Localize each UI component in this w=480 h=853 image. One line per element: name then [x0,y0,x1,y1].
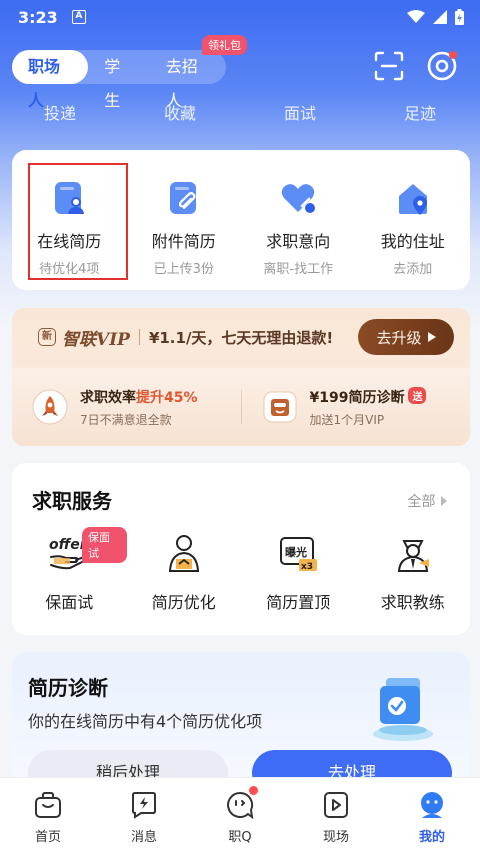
message-lightning-icon [132,792,156,819]
svg-text:x3: x3 [301,562,313,572]
vip-slogan: ¥1.1/天，七天无理由退款! [148,328,334,347]
tab-home[interactable]: 首页 [0,778,96,853]
vip-brand: 智联VIP [62,329,130,350]
wifi-icon [407,10,425,23]
scan-icon[interactable] [373,50,405,82]
service-label-coach: 求职教练 [380,593,445,612]
resume-sub-intention: 离职-找工作 [263,262,334,277]
signal-icon [433,10,447,24]
folder-check-illustration [373,678,433,741]
role-tab-student[interactable]: 学生 [88,50,150,110]
vip-benefit-title-diagnosis: ¥199简历诊断 [309,389,405,406]
resume-item-address[interactable]: 我的住址 去添加 [356,178,471,290]
services-all-link[interactable]: 全部 [408,491,448,511]
role-switch: 职场人 学生 去招人 [12,50,226,110]
service-guaranteed-interview[interactable]: offer 保面试 保面试 [12,527,127,613]
resume-title-address: 我的住址 [380,232,445,251]
service-label-interview: 保面试 [45,593,94,612]
services-all-label: 全部 [407,494,436,510]
role-tab-professional[interactable]: 职场人 [12,50,89,110]
chevron-right-icon [441,496,447,506]
status-time: 3:23 [18,7,58,27]
tab-label-mine: 我的 [418,830,445,845]
quick-link-applied[interactable]: 投递 [0,100,120,128]
resume-item-intention[interactable]: 求职意向 离职-找工作 [241,178,356,290]
service-label-top: 简历置顶 [266,593,331,612]
diagnosis-title: 简历诊断 [28,676,108,700]
services-row: offer 保面试 保面试 简历优化 曝光 x3 简历置顶 求职教练 [12,527,471,613]
rocket-icon [32,389,68,425]
resume-title-intention: 求职意向 [266,232,331,251]
tab-live[interactable]: 现场 [288,778,384,853]
tab-label-home: 首页 [34,830,61,845]
tab-label-messages: 消息 [130,830,157,845]
bottom-tab-bar: 首页 消息 职Q 现场 我的 [0,777,480,853]
diagnosis-description: 你的在线简历中有4个简历优化项 [28,712,263,731]
vip-new-tag: 新 [38,328,56,346]
svg-text:曝光: 曝光 [285,545,307,559]
zhiq-notification-dot [249,786,258,795]
resume-card: 在线简历 待优化4项 附件简历 已上传3份 求职意向 离职-找工作 我的住址 去… [12,150,470,290]
vip-card: 新 智联VIP ¥1.1/天，七天无理由退款! 去升级 求职效率提升45% 7日… [12,308,470,446]
vip-benefit-highlight: 提升45% [136,389,198,406]
vip-separator [138,329,140,345]
settings-notification-dot [449,51,457,59]
vip-benefit-sub-efficiency: 7日不满意退全款 [80,412,172,427]
services-title: 求职服务 [32,489,112,513]
service-resume-optimize[interactable]: 简历优化 [127,533,242,613]
tab-label-live: 现场 [322,830,349,845]
job-services-card: 求职服务 全部 offer 保面试 保面试 简历优化 曝光 x3 简历置顶 求职… [12,463,470,635]
battery-icon [455,9,464,25]
status-app-icon: A [71,10,86,24]
resume-item-attachment[interactable]: 附件简历 已上传3份 [127,178,242,290]
service-resume-top[interactable]: 曝光 x3 简历置顶 [241,533,356,613]
quick-link-history[interactable]: 足迹 [360,100,480,128]
exposure-boost-icon: 曝光 x3 [280,537,318,572]
address-icon [398,184,427,215]
play-arrow-icon [427,332,436,342]
tab-mine[interactable]: 我的 [384,778,480,853]
gift-badge[interactable]: 领礼包 [202,35,247,55]
resume-title-attachment: 附件简历 [151,232,216,251]
vip-benefits: 求职效率提升45% 7日不满意退全款 ¥199简历诊断送 加送1个月VIP [12,368,470,446]
role-tab-recruit[interactable]: 去招人 [150,50,226,110]
vip-upgrade-label: 去升级 [376,328,422,347]
attachment-resume-icon [169,182,196,214]
vip-benefit-sub-diagnosis: 加送1个月VIP [309,412,385,427]
service-label-optimize: 简历优化 [151,593,216,612]
resume-diagnosis-card: 简历诊断 你的在线简历中有4个简历优化项 稍后处理 去处理 [12,652,470,796]
quick-links: 投递 收藏 面试 足迹 [0,100,480,128]
highlight-box [28,163,128,280]
resume-sub-address: 去添加 [393,262,433,277]
diagnosis-robot-icon [263,391,296,423]
vip-benefit-efficiency[interactable]: 求职效率提升45% 7日不满意退全款 [12,387,241,428]
gift-send-badge: 送 [408,386,427,404]
vip-upgrade-button[interactable]: 去升级 [358,319,454,355]
job-intention-icon [281,184,316,213]
status-bar: 3:23 A [0,0,480,34]
vip-benefit-title-prefix: 求职效率 [80,389,136,406]
play-square-icon [324,792,348,818]
person-upgrade-icon [168,535,199,572]
tab-label-zhiq: 职Q [228,830,252,845]
quick-link-favorites[interactable]: 收藏 [120,100,240,128]
profile-face-icon [421,792,443,818]
tab-zhiq[interactable]: 职Q [192,778,288,853]
tab-messages[interactable]: 消息 [96,778,192,853]
quick-link-interviews[interactable]: 面试 [240,100,360,128]
vip-benefit-diagnosis[interactable]: ¥199简历诊断送 加送1个月VIP [242,386,471,428]
service-job-coach[interactable]: 求职教练 [356,533,471,613]
service-guarantee-badge: 保面试 [82,527,127,563]
coach-icon [397,540,429,572]
resume-sub-attachment: 已上传3份 [153,262,214,277]
bag-icon [35,792,61,818]
